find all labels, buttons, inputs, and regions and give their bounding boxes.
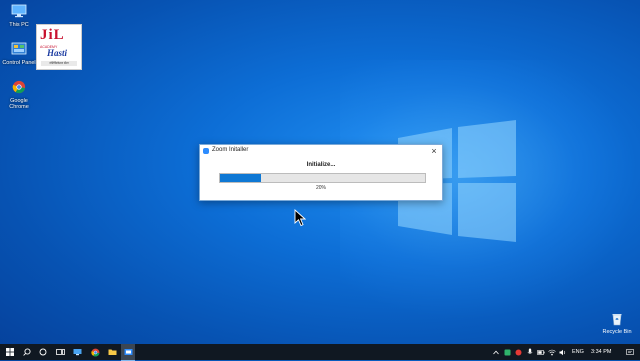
- microphone-icon: [527, 348, 532, 354]
- dialog-titlebar[interactable]: Zoom Initaller ×: [200, 145, 442, 157]
- battery-button[interactable]: [536, 344, 545, 360]
- start-button[interactable]: [3, 344, 17, 360]
- tray-green-app-icon: [504, 349, 511, 355]
- logo-text: JiL: [40, 27, 65, 43]
- notification-icon: [626, 348, 634, 355]
- network-button[interactable]: [547, 344, 556, 360]
- tray-app-icon[interactable]: [514, 344, 523, 360]
- desktop-icon-chrome[interactable]: Google Chrome: [2, 80, 36, 110]
- search-button[interactable]: [20, 344, 34, 360]
- taskbar-app-zoom-installer[interactable]: [121, 344, 135, 361]
- control-panel-icon: [11, 42, 27, 55]
- task-view-button[interactable]: [53, 344, 67, 360]
- progress-fill: [220, 174, 261, 182]
- speaker-icon: [559, 349, 565, 355]
- tray-app-icon[interactable]: [503, 344, 512, 360]
- chrome-icon: [12, 80, 26, 94]
- zoom-app-icon: [203, 148, 209, 154]
- chevron-up-icon: [493, 350, 499, 354]
- zoom-installer-icon: [124, 349, 132, 355]
- chrome-icon: [90, 348, 99, 356]
- jil-academy-logo-file[interactable]: JiL ACADEMY Hasti नोटिफिकेशन सेंटर: [36, 24, 82, 70]
- dialog-title: Zoom Initaller: [212, 147, 249, 153]
- desktop-icon-label: Google Chrome: [9, 98, 29, 110]
- microphone-button[interactable]: [525, 344, 534, 360]
- status-text: Initialize...: [306, 162, 336, 168]
- wifi-icon: [547, 349, 556, 355]
- logo-script-text: Hasti: [47, 48, 68, 58]
- desktop-icon-label: Recycle Bin: [602, 329, 632, 335]
- desktop-icon-label: This PC: [9, 22, 29, 28]
- windows-start-icon: [6, 348, 14, 356]
- cortana-circle-icon: [39, 348, 47, 356]
- volume-button[interactable]: [558, 344, 567, 360]
- taskbar-app-file-explorer[interactable]: [105, 344, 119, 360]
- clock-time[interactable]: 3:34 PM: [591, 344, 611, 360]
- show-hidden-icons-button[interactable]: [492, 344, 500, 360]
- logo-caption: नोटिफिकेशन सेंटर: [41, 61, 77, 66]
- input-language-indicator[interactable]: ENG: [572, 344, 584, 360]
- recycle-bin-icon: [612, 314, 622, 326]
- tray-red-app-icon: [515, 349, 522, 355]
- monitor-app-icon: [73, 349, 81, 356]
- mouse-pointer-icon: [294, 209, 306, 227]
- close-button[interactable]: ×: [429, 146, 439, 156]
- cortana-button[interactable]: [37, 344, 49, 360]
- desktop-icon-this-pc[interactable]: This PC: [2, 4, 36, 28]
- action-center-button[interactable]: [624, 344, 636, 360]
- progress-bar: [219, 173, 426, 183]
- task-view-icon: [55, 349, 65, 355]
- desktop-icon-label: Control Panel: [2, 60, 36, 66]
- search-icon: [23, 348, 31, 356]
- taskbar: ENG 3:34 PM: [0, 344, 640, 361]
- taskbar-app-chrome[interactable]: [88, 344, 102, 360]
- this-pc-icon: [11, 4, 27, 18]
- progress-percent: 20%: [315, 185, 326, 191]
- taskbar-app-monitor[interactable]: [70, 344, 84, 360]
- folder-icon: [108, 349, 116, 355]
- zoom-installer-dialog: Zoom Initaller × Initialize... 20%: [199, 144, 443, 201]
- desktop-icon-control-panel[interactable]: Control Panel: [2, 42, 36, 66]
- battery-icon: [536, 349, 545, 355]
- desktop-icon-recycle-bin[interactable]: Recycle Bin: [600, 312, 634, 335]
